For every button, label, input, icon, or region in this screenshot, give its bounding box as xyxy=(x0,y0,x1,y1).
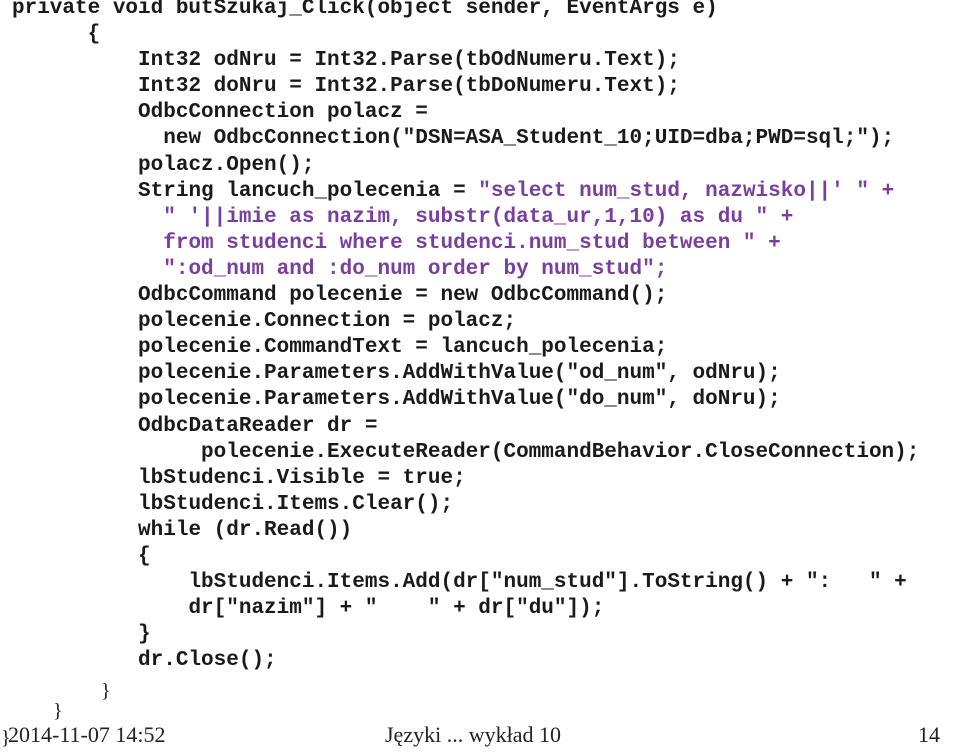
code-token: Int32 odNru = Int32.Parse(tbOdNumeru.Tex… xyxy=(138,49,680,73)
code-token: { xyxy=(138,544,151,568)
code-line: " '||imie as nazim, substr(data_ur,1,10)… xyxy=(12,205,919,231)
code-line: lbStudenci.Items.Clear(); xyxy=(12,492,919,518)
code-listing: private void butSzukaj_Click(object send… xyxy=(12,0,919,674)
closing-brace-method-body: } xyxy=(101,680,111,702)
code-line: polecenie.Connection = polacz; xyxy=(12,309,919,335)
code-line: polecenie.ExecuteReader(CommandBehavior.… xyxy=(12,440,919,466)
code-token: polecenie.Parameters.AddWithValue("do_nu… xyxy=(138,388,781,412)
code-line: } xyxy=(12,622,919,648)
code-token: private void butSzukaj_Click(object send… xyxy=(12,0,718,20)
code-token: polecenie.Connection = polacz; xyxy=(138,310,517,334)
code-token: polecenie.Parameters.AddWithValue("od_nu… xyxy=(138,362,781,386)
code-line: OdbcDataReader dr = xyxy=(12,414,919,440)
code-line: lbStudenci.Visible = true; xyxy=(12,466,919,492)
code-token: OdbcCommand polecenie = new OdbcCommand(… xyxy=(138,284,668,308)
code-line: String lancuch_polecenia = "select num_s… xyxy=(12,179,919,205)
code-line: dr["nazim"] + " " + dr["du"]); xyxy=(12,596,919,622)
code-line: ":od_num and :do_num order by num_stud"; xyxy=(12,257,919,283)
code-token: Int32 doNru = Int32.Parse(tbDoNumeru.Tex… xyxy=(138,75,680,99)
code-line: OdbcConnection polacz = xyxy=(12,100,919,126)
code-line: polecenie.Parameters.AddWithValue("do_nu… xyxy=(12,387,919,413)
code-string-literal: "select num_stud, nazwisko||' " + xyxy=(478,179,895,203)
code-token: } xyxy=(138,623,151,647)
code-token: new OdbcConnection("DSN=ASA_Student_10;U… xyxy=(163,127,895,151)
code-line: dr.Close(); xyxy=(12,648,919,674)
code-string-literal: from studenci where studenci.num_stud be… xyxy=(163,231,781,255)
code-string-literal: " '||imie as nazim, substr(data_ur,1,10)… xyxy=(163,205,794,229)
code-line: { xyxy=(12,22,919,48)
code-line: Int32 odNru = Int32.Parse(tbOdNumeru.Tex… xyxy=(12,48,919,74)
code-token: polecenie.ExecuteReader(CommandBehavior.… xyxy=(201,440,920,464)
code-line: lbStudenci.Items.Add(dr["num_stud"].ToSt… xyxy=(12,570,919,596)
code-token: polacz.Open(); xyxy=(138,153,315,177)
code-line: while (dr.Read()) xyxy=(12,518,919,544)
code-token: dr["nazim"] + " " + dr["du"]); xyxy=(188,597,605,621)
code-string-literal: ":od_num and :do_num order by num_stud"; xyxy=(163,257,668,281)
code-line: Int32 doNru = Int32.Parse(tbDoNumeru.Tex… xyxy=(12,74,919,100)
code-line: OdbcCommand polecenie = new OdbcCommand(… xyxy=(12,283,919,309)
code-token: lbStudenci.Visible = true; xyxy=(138,466,466,490)
code-token: dr.Close(); xyxy=(138,649,277,673)
code-token: { xyxy=(87,23,101,47)
code-token: while (dr.Read()) xyxy=(138,518,353,542)
code-line: from studenci where studenci.num_stud be… xyxy=(12,231,919,257)
footer-date: 2014-11-07 14:52 xyxy=(8,722,166,747)
code-line: polecenie.Parameters.AddWithValue("od_nu… xyxy=(12,361,919,387)
code-token: polecenie.CommandText = lancuch_poleceni… xyxy=(138,336,668,360)
code-token: lbStudenci.Items.Clear(); xyxy=(138,492,454,516)
code-token: String lancuch_polecenia = xyxy=(138,179,479,203)
closing-brace-method: } xyxy=(53,700,63,722)
footer-page-number: 14 xyxy=(918,722,940,747)
code-line: polacz.Open(); xyxy=(12,153,919,179)
code-line: { xyxy=(12,544,919,570)
code-line: polecenie.CommandText = lancuch_poleceni… xyxy=(12,335,919,361)
code-token: OdbcDataReader dr = xyxy=(138,414,378,438)
code-token: OdbcConnection polacz = xyxy=(138,101,428,125)
code-line: private void butSzukaj_Click(object send… xyxy=(12,0,919,22)
code-token: lbStudenci.Items.Add(dr["num_stud"].ToSt… xyxy=(188,571,907,595)
code-line: new OdbcConnection("DSN=ASA_Student_10;U… xyxy=(12,126,919,152)
footer-title: Języki ... wykład 10 xyxy=(385,722,561,747)
